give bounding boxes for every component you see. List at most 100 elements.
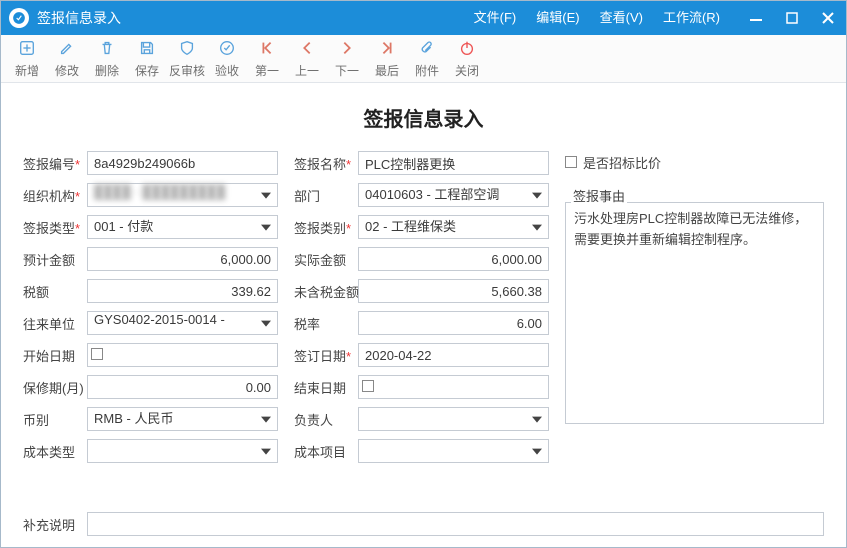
prev-button[interactable]: 上一 bbox=[287, 37, 327, 81]
label-vendor: 往来单位 bbox=[23, 314, 87, 333]
chevron-down-icon bbox=[261, 417, 271, 423]
shield-icon bbox=[178, 39, 196, 60]
checkbox-start[interactable] bbox=[91, 348, 103, 360]
minimize-button[interactable] bbox=[738, 1, 774, 35]
maximize-button[interactable] bbox=[774, 1, 810, 35]
main-area: 签报信息录入 签报编号* 组织机构*████ - █████████ 签报类型*… bbox=[1, 83, 846, 547]
pencil-icon bbox=[58, 39, 76, 60]
accept-button[interactable]: 验收 bbox=[207, 37, 247, 81]
next-button[interactable]: 下一 bbox=[327, 37, 367, 81]
chevron-down-icon bbox=[261, 449, 271, 455]
label-warranty: 保修期(月) bbox=[23, 378, 87, 397]
reaudit-button[interactable]: 反审核 bbox=[167, 37, 207, 81]
last-button[interactable]: 最后 bbox=[367, 37, 407, 81]
floppy-icon bbox=[138, 39, 156, 60]
select-currency[interactable]: RMB - 人民币 bbox=[87, 407, 278, 431]
select-dept[interactable]: 04010603 - 工程部空调 bbox=[358, 183, 549, 207]
label-reason: 签报事由 bbox=[571, 186, 627, 205]
select-costtype[interactable] bbox=[87, 439, 278, 463]
label-suppl: 补充说明 bbox=[23, 515, 87, 534]
select-type[interactable]: 001 - 付款 bbox=[87, 215, 278, 239]
power-icon bbox=[458, 39, 476, 60]
textarea-reason[interactable]: 污水处理房PLC控制器故障已无法维修，需要更换并重新编辑控制程序。 bbox=[565, 202, 824, 424]
left-column: 签报编号* 组织机构*████ - █████████ 签报类型*001 - 付… bbox=[23, 150, 278, 470]
attach-button[interactable]: 附件 bbox=[407, 37, 447, 81]
first-icon bbox=[258, 39, 276, 60]
trash-icon bbox=[98, 39, 116, 60]
label-name: 签报名称* bbox=[294, 154, 358, 173]
input-sign-date[interactable] bbox=[358, 343, 549, 367]
first-button[interactable]: 第一 bbox=[247, 37, 287, 81]
check-icon bbox=[218, 39, 236, 60]
label-costitem: 成本项目 bbox=[294, 442, 358, 461]
select-costitem[interactable] bbox=[358, 439, 549, 463]
chevron-down-icon bbox=[532, 417, 542, 423]
label-cat: 签报类别* bbox=[294, 218, 358, 237]
select-owner[interactable] bbox=[358, 407, 549, 431]
prev-icon bbox=[298, 39, 316, 60]
chevron-down-icon bbox=[261, 225, 271, 231]
input-tax[interactable] bbox=[87, 279, 278, 303]
bidding-checkbox-row[interactable]: 是否招标比价 bbox=[565, 150, 824, 174]
label-type: 签报类型* bbox=[23, 218, 87, 237]
page-title: 签报信息录入 bbox=[23, 103, 824, 132]
input-start-date[interactable] bbox=[87, 343, 278, 367]
input-name[interactable] bbox=[358, 151, 549, 175]
input-code[interactable] bbox=[87, 151, 278, 175]
menu-view[interactable]: 查看(V) bbox=[590, 1, 653, 35]
label-dept: 部门 bbox=[294, 186, 358, 205]
label-currency: 币别 bbox=[23, 410, 87, 429]
new-button[interactable]: 新增 bbox=[7, 37, 47, 81]
label-code: 签报编号* bbox=[23, 154, 87, 173]
select-vendor[interactable]: GYS0402-2015-0014 - bbox=[87, 311, 278, 335]
input-actual[interactable] bbox=[358, 247, 549, 271]
chevron-down-icon bbox=[261, 193, 271, 199]
label-tax: 税额 bbox=[23, 282, 87, 301]
app-icon bbox=[9, 8, 29, 28]
chevron-down-icon bbox=[532, 193, 542, 199]
label-est: 预计金额 bbox=[23, 250, 87, 269]
chevron-down-icon bbox=[261, 321, 271, 327]
chevron-down-icon bbox=[532, 449, 542, 455]
menubar: 文件(F) 编辑(E) 查看(V) 工作流(R) bbox=[464, 1, 730, 35]
menu-workflow[interactable]: 工作流(R) bbox=[653, 1, 730, 35]
checkbox-end[interactable] bbox=[362, 380, 374, 392]
checkbox-bidding[interactable] bbox=[565, 156, 577, 168]
right-column: 是否招标比价 签报事由 污水处理房PLC控制器故障已无法维修，需要更换并重新编辑… bbox=[565, 150, 824, 470]
label-start: 开始日期 bbox=[23, 346, 87, 365]
delete-button[interactable]: 删除 bbox=[87, 37, 127, 81]
plus-icon bbox=[18, 39, 36, 60]
clip-icon bbox=[418, 39, 436, 60]
app-window: 签报信息录入 文件(F) 编辑(E) 查看(V) 工作流(R) 新增修改删除保存… bbox=[0, 0, 847, 548]
toolbar: 新增修改删除保存反审核验收第一上一下一最后附件关闭 bbox=[1, 35, 846, 83]
input-suppl[interactable] bbox=[87, 512, 824, 536]
supplement-row: 补充说明 bbox=[23, 512, 824, 536]
label-owner: 负责人 bbox=[294, 410, 358, 429]
label-rate: 税率 bbox=[294, 314, 358, 333]
window-controls bbox=[738, 1, 846, 35]
select-cat[interactable]: 02 - 工程维保类 bbox=[358, 215, 549, 239]
select-org[interactable]: ████ - █████████ bbox=[87, 183, 278, 207]
label-costtype: 成本类型 bbox=[23, 442, 87, 461]
label-org: 组织机构* bbox=[23, 186, 87, 205]
label-end: 结束日期 bbox=[294, 378, 358, 397]
next-icon bbox=[338, 39, 356, 60]
reason-group: 签报事由 污水处理房PLC控制器故障已无法维修，需要更换并重新编辑控制程序。 bbox=[565, 180, 824, 424]
save-button[interactable]: 保存 bbox=[127, 37, 167, 81]
label-bidding: 是否招标比价 bbox=[583, 153, 661, 172]
close-button[interactable]: 关闭 bbox=[447, 37, 487, 81]
input-rate[interactable] bbox=[358, 311, 549, 335]
label-sign: 签订日期* bbox=[294, 346, 358, 365]
label-actual: 实际金额 bbox=[294, 250, 358, 269]
menu-file[interactable]: 文件(F) bbox=[464, 1, 527, 35]
titlebar: 签报信息录入 文件(F) 编辑(E) 查看(V) 工作流(R) bbox=[1, 1, 846, 35]
label-notax: 未含税金额 bbox=[294, 282, 358, 301]
input-end-date[interactable] bbox=[358, 375, 549, 399]
mid-column: 签报名称* 部门04010603 - 工程部空调 签报类别*02 - 工程维保类… bbox=[294, 150, 549, 470]
input-warranty[interactable] bbox=[87, 375, 278, 399]
input-notax[interactable] bbox=[358, 279, 549, 303]
menu-edit[interactable]: 编辑(E) bbox=[526, 1, 589, 35]
input-est[interactable] bbox=[87, 247, 278, 271]
close-window-button[interactable] bbox=[810, 1, 846, 35]
edit-button[interactable]: 修改 bbox=[47, 37, 87, 81]
